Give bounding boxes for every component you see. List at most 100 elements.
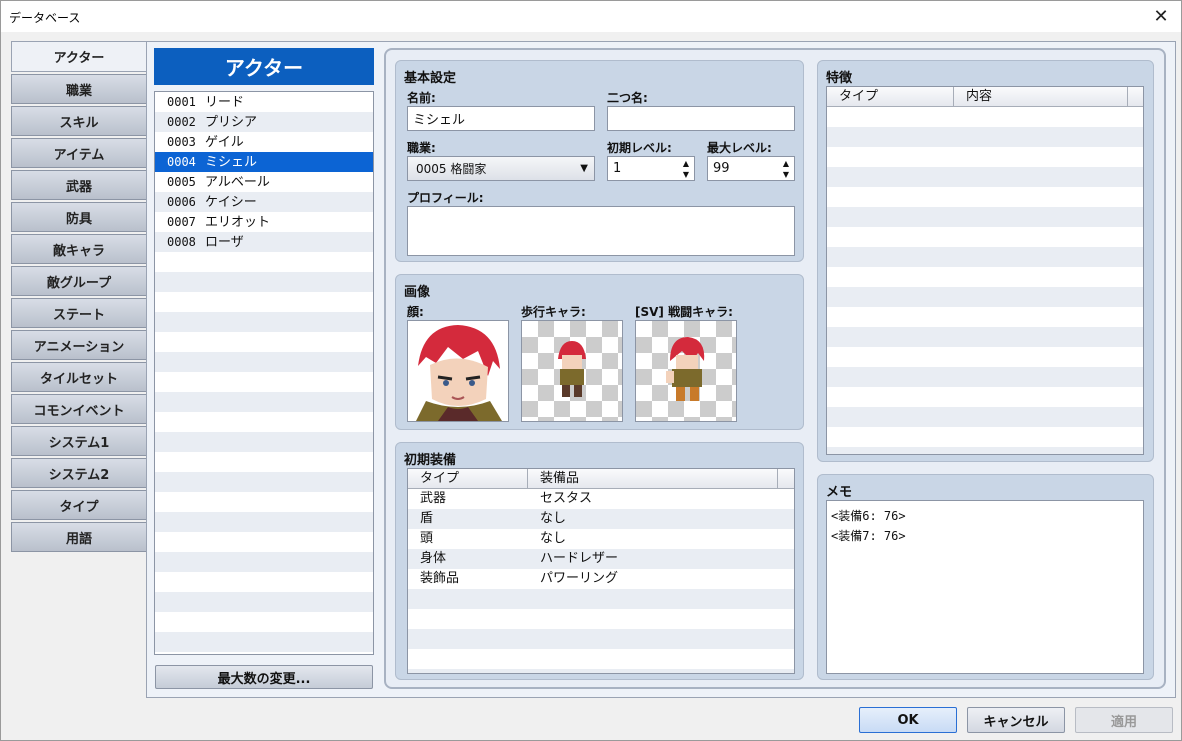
tab-8[interactable]: ステート [11, 298, 147, 328]
list-item[interactable]: 0005 アルベール [155, 172, 373, 192]
list-item[interactable]: 0001 リード [155, 92, 373, 112]
list-item[interactable]: 0002 プリシア [155, 112, 373, 132]
tab-3[interactable]: アイテム [11, 138, 147, 168]
list-item[interactable]: 0006 ケイシー [155, 192, 373, 212]
equipment-table[interactable]: タイプ 装備品 武器 セスタス盾なし頭なし 身体 ハードレザー 装飾品 パワーリング [407, 468, 795, 674]
tab-5[interactable]: 防具 [11, 202, 147, 232]
table-row-empty[interactable] [827, 367, 1143, 387]
table-row-empty[interactable] [827, 307, 1143, 327]
spin-arrows-icon[interactable]: ▲ ▼ [680, 158, 692, 180]
table-row-empty[interactable] [408, 589, 794, 609]
list-item-empty[interactable] [155, 372, 373, 392]
list-item-empty[interactable] [155, 572, 373, 592]
table-row-empty[interactable] [827, 327, 1143, 347]
table-row-empty[interactable] [827, 267, 1143, 287]
list-item[interactable]: 0008 ローザ [155, 232, 373, 252]
table-row-empty[interactable] [408, 649, 794, 669]
column-content[interactable]: 内容 [954, 87, 1128, 106]
table-row-empty[interactable] [827, 407, 1143, 427]
tab-12[interactable]: システム1 [11, 426, 147, 456]
table-row-empty[interactable] [408, 609, 794, 629]
table-row-empty[interactable] [827, 207, 1143, 227]
tab-4[interactable]: 武器 [11, 170, 147, 200]
table-row[interactable]: 盾 なし [408, 509, 794, 529]
column-type[interactable]: タイプ [408, 469, 528, 488]
list-item-empty[interactable] [155, 512, 373, 532]
traits-table[interactable]: タイプ 内容 [826, 86, 1144, 455]
list-item-empty[interactable] [155, 272, 373, 292]
change-max-button[interactable]: 最大数の変更... [155, 665, 373, 689]
tab-10[interactable]: タイルセット [11, 362, 147, 392]
list-item-empty[interactable] [155, 632, 373, 652]
table-row-empty[interactable] [827, 147, 1143, 167]
list-item-empty[interactable] [155, 392, 373, 412]
table-row[interactable]: 身体 ハードレザー [408, 549, 794, 569]
list-item-empty[interactable] [155, 472, 373, 492]
nickname-field[interactable] [607, 106, 795, 131]
table-row-empty[interactable] [827, 127, 1143, 147]
tab-6[interactable]: 敵キャラ [11, 234, 147, 264]
table-row-empty[interactable] [827, 247, 1143, 267]
basic-settings-title: 基本設定 [404, 71, 457, 86]
table-row-empty[interactable] [827, 447, 1143, 454]
class-select[interactable]: 0005 格闘家 ▼ [407, 156, 595, 181]
profile-field[interactable] [407, 206, 795, 256]
list-item-empty[interactable] [155, 432, 373, 452]
tab-15[interactable]: 用語 [11, 522, 147, 552]
tab-0[interactable]: アクター [11, 41, 147, 72]
table-row-empty[interactable] [827, 167, 1143, 187]
list-item[interactable]: 0007 エリオット [155, 212, 373, 232]
list-item-empty[interactable] [155, 452, 373, 472]
tab-13[interactable]: システム2 [11, 458, 147, 488]
list-item-empty[interactable] [155, 552, 373, 572]
table-row-empty[interactable] [408, 629, 794, 649]
table-row-empty[interactable] [408, 669, 794, 673]
profile-label: プロフィール: [407, 191, 484, 205]
memo-field[interactable]: <装備6: 76> <装備7: 76> [826, 500, 1144, 674]
table-row-empty[interactable] [827, 187, 1143, 207]
column-item[interactable]: 装備品 [528, 469, 778, 488]
face-image[interactable] [407, 320, 509, 422]
close-icon[interactable]: ✕ [1141, 1, 1181, 32]
tab-7[interactable]: 敵グループ [11, 266, 147, 296]
max-level-stepper[interactable]: 99 ▲ ▼ [707, 156, 795, 181]
list-item-empty[interactable] [155, 332, 373, 352]
list-item-empty[interactable] [155, 612, 373, 632]
table-row[interactable]: 頭 なし [408, 529, 794, 549]
apply-button[interactable]: 適用 [1075, 707, 1173, 733]
table-row-empty[interactable] [827, 427, 1143, 447]
table-row[interactable]: 装飾品 パワーリング [408, 569, 794, 589]
actor-list[interactable]: 0001 リード 0002 プリシア 0003 ゲイル 0004 ミシェル 0005 アルベール 0… [154, 91, 374, 655]
tab-14[interactable]: タイプ [11, 490, 147, 520]
cancel-button[interactable]: キャンセル [967, 707, 1065, 733]
table-row-empty[interactable] [827, 347, 1143, 367]
column-type[interactable]: タイプ [827, 87, 954, 106]
walk-sprite[interactable] [521, 320, 623, 422]
initial-level-stepper[interactable]: 1 ▲ ▼ [607, 156, 695, 181]
table-row[interactable]: 武器 セスタス [408, 489, 794, 509]
list-item-empty[interactable] [155, 252, 373, 272]
name-field[interactable]: ミシェル [407, 106, 595, 131]
table-row-empty[interactable] [827, 107, 1143, 127]
list-item[interactable]: 0003 ゲイル [155, 132, 373, 152]
list-item-empty[interactable] [155, 412, 373, 432]
battler-sprite[interactable] [635, 320, 737, 422]
list-item-empty[interactable] [155, 532, 373, 552]
trait-rows [827, 107, 1143, 454]
face-label: 顔: [407, 305, 424, 319]
list-item-empty[interactable] [155, 592, 373, 612]
list-item-empty[interactable] [155, 352, 373, 372]
tab-11[interactable]: コモンイベント [11, 394, 147, 424]
ok-button[interactable]: OK [859, 707, 957, 733]
list-item-empty[interactable] [155, 292, 373, 312]
tab-2[interactable]: スキル [11, 106, 147, 136]
list-item-empty[interactable] [155, 312, 373, 332]
table-row-empty[interactable] [827, 287, 1143, 307]
table-row-empty[interactable] [827, 227, 1143, 247]
tab-9[interactable]: アニメーション [11, 330, 147, 360]
tab-1[interactable]: 職業 [11, 74, 147, 104]
table-row-empty[interactable] [827, 387, 1143, 407]
spin-arrows-icon[interactable]: ▲ ▼ [780, 158, 792, 180]
list-item[interactable]: 0004 ミシェル [155, 152, 373, 172]
list-item-empty[interactable] [155, 492, 373, 512]
